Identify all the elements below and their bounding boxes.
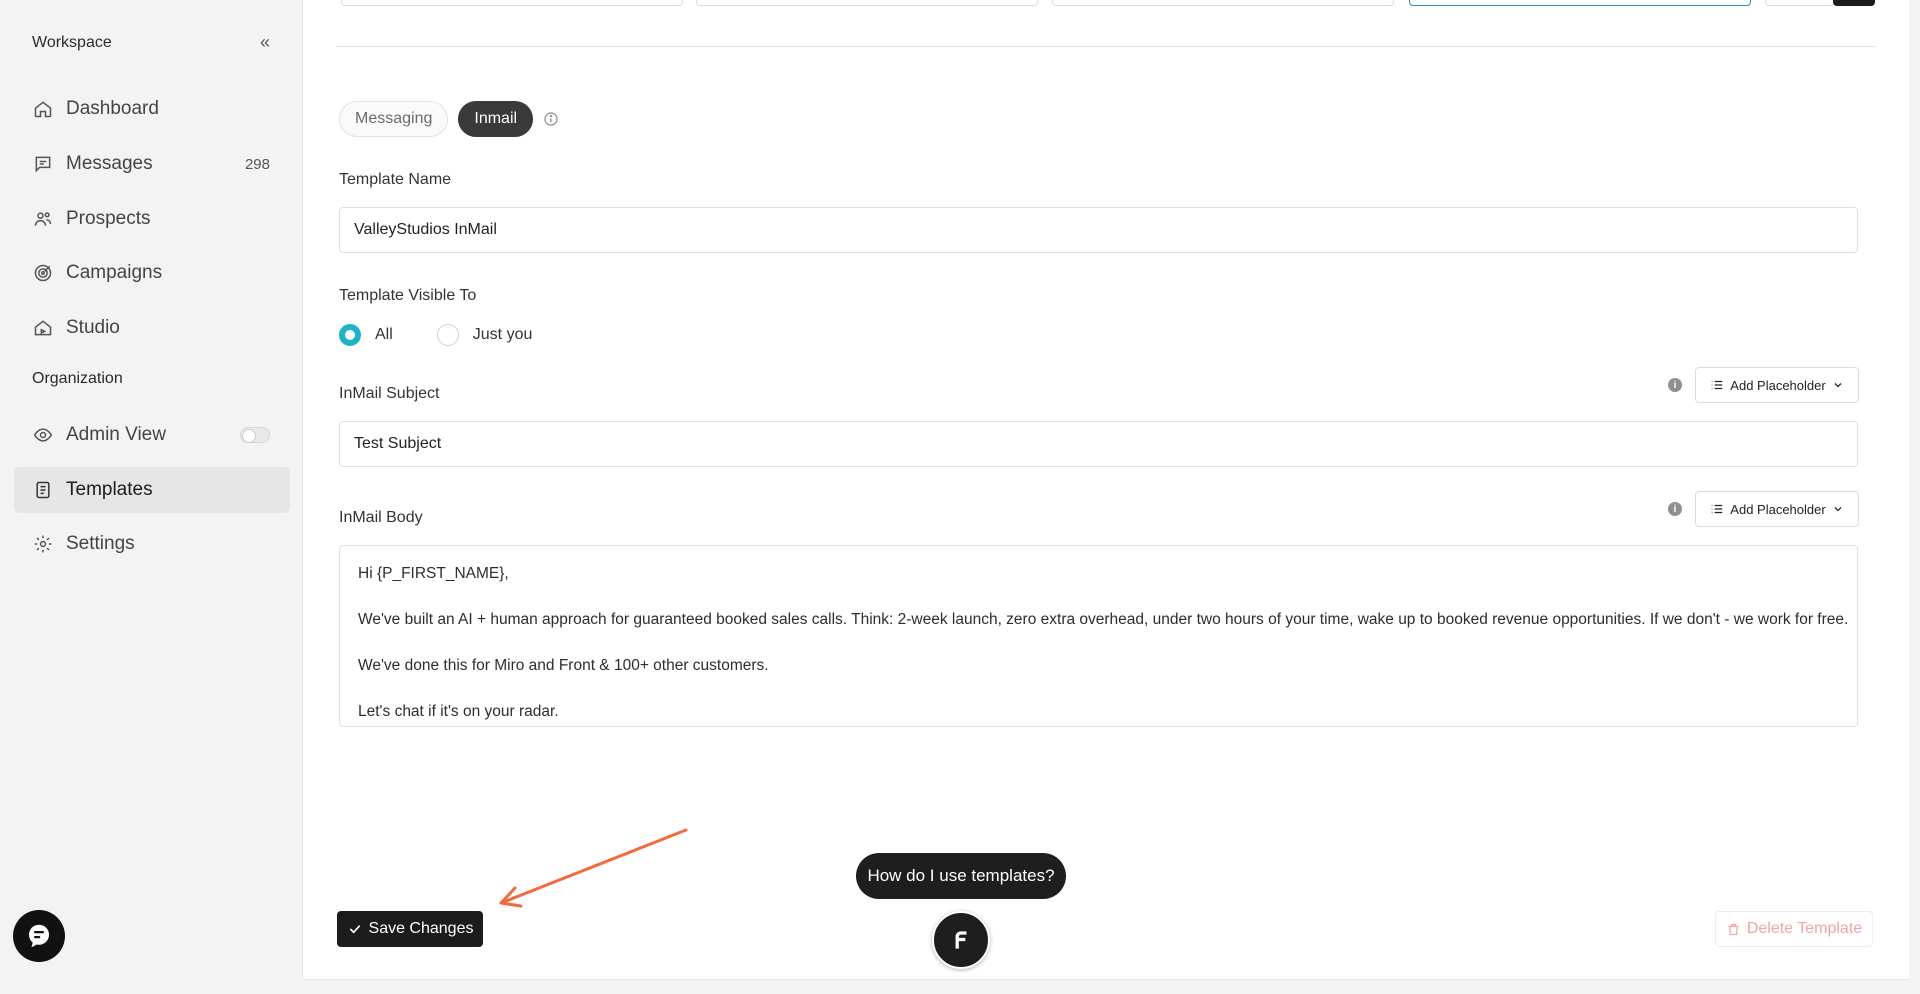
sidebar: Workspace « Dashboard Messages 298 Prosp… <box>0 0 302 994</box>
radio-all-label: All <box>375 326 393 343</box>
chat-icon <box>29 924 49 948</box>
delete-template-label: Delete Template <box>1746 920 1863 937</box>
list-icon <box>1712 504 1723 514</box>
top-input[interactable] <box>1765 0 1835 6</box>
body-info-icon[interactable]: i <box>1668 502 1682 516</box>
body-add-placeholder-button[interactable]: Add Placeholder <box>1695 491 1859 527</box>
sidebar-item-label: Admin View <box>66 424 166 445</box>
add-placeholder-label: Add Placeholder <box>1730 501 1826 517</box>
help-templates-pill[interactable]: How do I use templates? <box>856 853 1066 899</box>
admin-view-toggle[interactable] <box>240 427 270 443</box>
radio-just-you[interactable] <box>436 324 459 346</box>
top-input[interactable] <box>341 0 683 6</box>
sidebar-item-studio[interactable]: Studio <box>14 305 290 351</box>
sidebar-item-label: Dashboard <box>66 98 159 119</box>
brand-logo-icon <box>955 931 967 949</box>
sidebar-item-label: Templates <box>66 479 153 500</box>
radio-just-you-label: Just you <box>472 326 533 343</box>
body-textarea[interactable]: Hi {P_FIRST_NAME}, We've built an AI + h… <box>339 545 1858 727</box>
check-icon <box>349 925 360 934</box>
delete-template-button[interactable]: Delete Template <box>1715 911 1873 947</box>
visible-to-label: Template Visible To <box>339 287 477 304</box>
template-type-tabs: Messaging Inmail <box>339 101 559 137</box>
gear-icon <box>32 533 54 555</box>
sidebar-item-prospects[interactable]: Prospects <box>14 196 290 242</box>
body-paragraph: Let's chat if it's on your radar. <box>358 703 559 720</box>
top-input[interactable] <box>1052 0 1394 6</box>
chevron-down-icon <box>1834 507 1842 512</box>
collapse-sidebar-icon[interactable]: « <box>260 33 278 52</box>
body-label: InMail Body <box>339 509 423 526</box>
sidebar-item-templates[interactable]: Templates <box>14 467 290 513</box>
home-icon <box>32 98 54 120</box>
sidebar-item-label: Settings <box>66 533 135 554</box>
save-changes-label: Save Changes <box>368 920 474 937</box>
list-icon <box>1712 380 1723 390</box>
sidebar-item-label: Studio <box>66 317 120 338</box>
organization-section-label: Organization <box>32 370 123 387</box>
chevron-down-icon <box>1834 383 1842 388</box>
sidebar-item-admin-view[interactable]: Admin View <box>14 412 290 458</box>
sidebar-item-campaigns[interactable]: Campaigns <box>14 250 290 296</box>
add-placeholder-label: Add Placeholder <box>1730 377 1826 393</box>
visibility-radio-group: All Just you <box>339 324 576 346</box>
subject-input[interactable]: Test Subject <box>339 421 1858 467</box>
info-icon[interactable] <box>543 111 559 127</box>
save-changes-button[interactable]: Save Changes <box>337 911 483 947</box>
sidebar-item-settings[interactable]: Settings <box>14 521 290 567</box>
annotation-arrow-icon <box>499 828 688 908</box>
subject-info-icon[interactable]: i <box>1668 378 1682 392</box>
sidebar-item-label: Prospects <box>66 208 151 229</box>
subject-add-placeholder-button[interactable]: Add Placeholder <box>1695 367 1859 403</box>
template-name-input[interactable]: ValleyStudios InMail <box>339 207 1858 253</box>
radio-all[interactable] <box>339 324 361 346</box>
support-chat-button[interactable] <box>13 910 65 962</box>
top-action-button[interactable] <box>1833 0 1875 6</box>
workspace-label: Workspace <box>32 34 112 51</box>
eye-icon <box>32 424 54 446</box>
sidebar-item-dashboard[interactable]: Dashboard <box>14 86 290 132</box>
tab-messaging[interactable]: Messaging <box>339 101 449 137</box>
divider <box>336 46 1876 47</box>
main-panel: Messaging Inmail Template Name ValleyStu… <box>302 0 1909 980</box>
sidebar-item-label: Messages <box>66 153 153 174</box>
studio-icon <box>32 317 54 339</box>
trash-icon <box>1728 923 1739 935</box>
body-paragraph: We've done this for Miro and Front & 100… <box>358 657 769 674</box>
subject-label: InMail Subject <box>339 385 440 402</box>
body-paragraph: Hi {P_FIRST_NAME}, <box>358 565 509 582</box>
top-input-focused[interactable] <box>1409 0 1751 6</box>
body-paragraph: We've built an AI + human approach for g… <box>358 611 1849 628</box>
sidebar-item-messages[interactable]: Messages 298 <box>14 141 290 187</box>
help-fab-button[interactable] <box>932 911 990 969</box>
template-name-label: Template Name <box>339 171 452 188</box>
messages-count-badge: 298 <box>244 155 270 173</box>
document-icon <box>32 479 54 501</box>
top-input[interactable] <box>696 0 1038 6</box>
target-icon <box>32 262 54 284</box>
message-icon <box>32 153 54 175</box>
sidebar-item-label: Campaigns <box>66 262 163 283</box>
tab-inmail[interactable]: Inmail <box>458 101 534 137</box>
users-icon <box>32 208 54 230</box>
